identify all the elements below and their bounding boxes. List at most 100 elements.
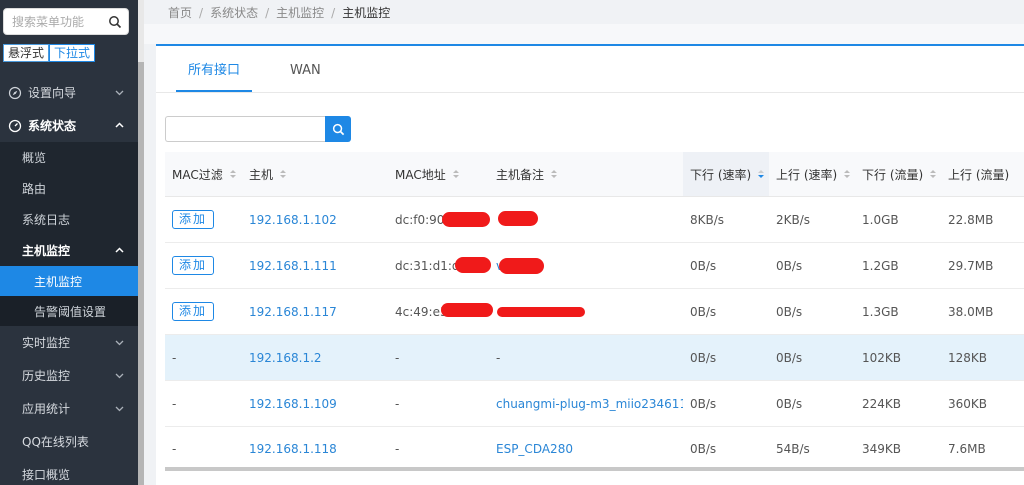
- sidebar-item-host-monitor-group[interactable]: 主机监控: [0, 235, 138, 266]
- mac-filter-cell: 添加: [165, 289, 242, 334]
- dropdown-mode-button[interactable]: 下拉式: [49, 44, 96, 62]
- breadcrumb-home[interactable]: 首页: [168, 6, 192, 20]
- column-host[interactable]: 主机: [242, 152, 388, 196]
- menu-search-box[interactable]: [3, 8, 129, 35]
- breadcrumb-current: 主机监控: [342, 6, 391, 20]
- column-label: 下行 (速率): [690, 167, 752, 182]
- down-traffic-cell: 1.0GB: [862, 212, 899, 227]
- up-traffic-cell: 29.7MB: [948, 258, 994, 273]
- menu-search-input[interactable]: [4, 9, 104, 34]
- search-icon: [332, 123, 344, 135]
- add-mac-filter-button[interactable]: 添加: [172, 302, 215, 321]
- breadcrumb-host-monitor[interactable]: 主机监控: [276, 6, 324, 20]
- host-search-button[interactable]: [325, 116, 351, 142]
- dashboard-icon: [8, 119, 22, 132]
- down-rate-cell: 0B/s: [690, 350, 717, 365]
- sidebar-scrollbar[interactable]: [138, 0, 144, 485]
- interface-tabs: 所有接口 WAN: [176, 46, 359, 92]
- redaction-mark: [442, 212, 490, 227]
- table-header: MAC过滤 主机 MAC地址 主机备注 下行 (速率) 上行 (速率) 下行 (…: [165, 152, 1024, 197]
- redaction-mark: [455, 257, 491, 273]
- column-label: 上行 (流量): [948, 167, 1010, 182]
- sidebar-menu: 设置向导 系统状态 概览 路由 系统日志 主机监控 主机监控 告警阈值设置 实时…: [0, 76, 138, 485]
- sort-icon[interactable]: [229, 169, 237, 179]
- column-mac-filter[interactable]: MAC过滤: [165, 152, 242, 196]
- down-traffic-cell: 1.2GB: [862, 258, 899, 273]
- mac-cell: -: [395, 350, 400, 365]
- sidebar-item-system-status[interactable]: 系统状态: [0, 109, 138, 142]
- sort-icon[interactable]: [550, 169, 558, 179]
- sidebar-item-app-stats[interactable]: 应用统计: [0, 392, 138, 425]
- up-traffic-cell: 128KB: [948, 350, 988, 365]
- main-panel: 所有接口 WAN MAC过滤 主机 MAC地址 主机备注 下行 (速率) 上行 …: [156, 44, 1024, 485]
- sort-icon[interactable]: [843, 169, 851, 179]
- float-mode-button[interactable]: 悬浮式: [3, 44, 50, 62]
- sort-desc-icon[interactable]: [757, 169, 765, 179]
- host-link[interactable]: 192.168.1.118: [242, 427, 388, 470]
- sidebar-item-qq-online[interactable]: QQ在线列表: [0, 425, 138, 458]
- sidebar-item-history-monitor[interactable]: 历史监控: [0, 359, 138, 392]
- column-down-rate[interactable]: 下行 (速率): [683, 152, 769, 196]
- up-rate-cell: 0B/s: [776, 396, 803, 411]
- column-label: MAC过滤: [172, 167, 223, 182]
- column-label: MAC地址: [395, 167, 446, 182]
- sidebar-item-realtime-monitor[interactable]: 实时监控: [0, 326, 138, 359]
- menu-mode-toggle: 悬浮式 下拉式: [3, 44, 96, 62]
- host-link[interactable]: 192.168.1.2: [242, 335, 388, 380]
- up-rate-cell: 0B/s: [776, 350, 803, 365]
- host-table: MAC过滤 主机 MAC地址 主机备注 下行 (速率) 上行 (速率) 下行 (…: [165, 152, 1024, 471]
- host-search-input[interactable]: [165, 116, 325, 142]
- mac-cell: -: [395, 441, 400, 456]
- table-row: 添加 192.168.1.117 4c:49:e3 0B/s 0B/s 1.3G…: [165, 289, 1024, 335]
- breadcrumb-system-status[interactable]: 系统状态: [210, 6, 258, 20]
- redaction-mark: [441, 303, 493, 317]
- sort-icon[interactable]: [279, 169, 287, 179]
- sort-icon[interactable]: [929, 169, 937, 179]
- up-rate-cell: 0B/s: [776, 304, 803, 319]
- add-mac-filter-button[interactable]: 添加: [172, 210, 215, 229]
- column-label: 下行 (流量): [862, 167, 924, 182]
- note-cell[interactable]: ESP_CDA280: [489, 427, 683, 470]
- column-up-traffic[interactable]: 上行 (流量): [941, 152, 1024, 196]
- tab-wan[interactable]: WAN: [278, 46, 333, 92]
- search-icon[interactable]: [108, 15, 122, 29]
- host-filter: [165, 116, 351, 142]
- column-label: 主机: [249, 167, 274, 182]
- column-note[interactable]: 主机备注: [489, 152, 683, 196]
- tab-all-interfaces[interactable]: 所有接口: [176, 46, 253, 92]
- header-band: [144, 24, 1024, 44]
- note-cell[interactable]: chuangmi-plug-m3_miio234611030: [489, 381, 683, 426]
- chevron-down-icon: [115, 90, 124, 96]
- sidebar-item-host-monitor[interactable]: 主机监控: [0, 266, 138, 296]
- add-mac-filter-button[interactable]: 添加: [172, 256, 215, 275]
- down-rate-cell: 0B/s: [690, 441, 717, 456]
- up-traffic-cell: 7.6MB: [948, 441, 986, 456]
- down-traffic-cell: 102KB: [862, 350, 902, 365]
- host-link[interactable]: 192.168.1.111: [242, 243, 388, 288]
- table-horizontal-scrollbar[interactable]: [165, 467, 1024, 471]
- column-mac[interactable]: MAC地址: [388, 152, 489, 196]
- sidebar-item-label: 历史监控: [22, 369, 71, 383]
- host-link[interactable]: 192.168.1.109: [242, 381, 388, 426]
- sort-icon[interactable]: [452, 169, 460, 179]
- host-link[interactable]: 192.168.1.102: [242, 197, 388, 242]
- sidebar-item-setup-wizard[interactable]: 设置向导: [0, 76, 138, 109]
- sidebar-item-alert-threshold[interactable]: 告警阈值设置: [0, 296, 138, 326]
- mac-filter-cell: -: [172, 350, 177, 365]
- host-link[interactable]: 192.168.1.117: [242, 289, 388, 334]
- chevron-down-icon: [115, 373, 124, 379]
- column-up-rate[interactable]: 上行 (速率): [769, 152, 855, 196]
- sidebar-item-label: 设置向导: [28, 86, 77, 100]
- mac-filter-cell: -: [172, 396, 177, 411]
- breadcrumb-separator: /: [199, 6, 204, 20]
- column-down-traffic[interactable]: 下行 (流量): [855, 152, 941, 196]
- sidebar-item-interface-overview[interactable]: 接口概览: [0, 458, 138, 485]
- scrollbar-thumb[interactable]: [138, 62, 144, 485]
- sidebar-item-label: 实时监控: [22, 336, 71, 350]
- sidebar-item-routing[interactable]: 路由: [0, 173, 138, 204]
- sidebar-item-system-log[interactable]: 系统日志: [0, 204, 138, 235]
- chevron-down-icon: [115, 340, 124, 346]
- sidebar-item-label: 系统状态: [28, 119, 77, 133]
- sidebar-item-label: QQ在线列表: [22, 435, 89, 449]
- sidebar-item-overview[interactable]: 概览: [0, 142, 138, 173]
